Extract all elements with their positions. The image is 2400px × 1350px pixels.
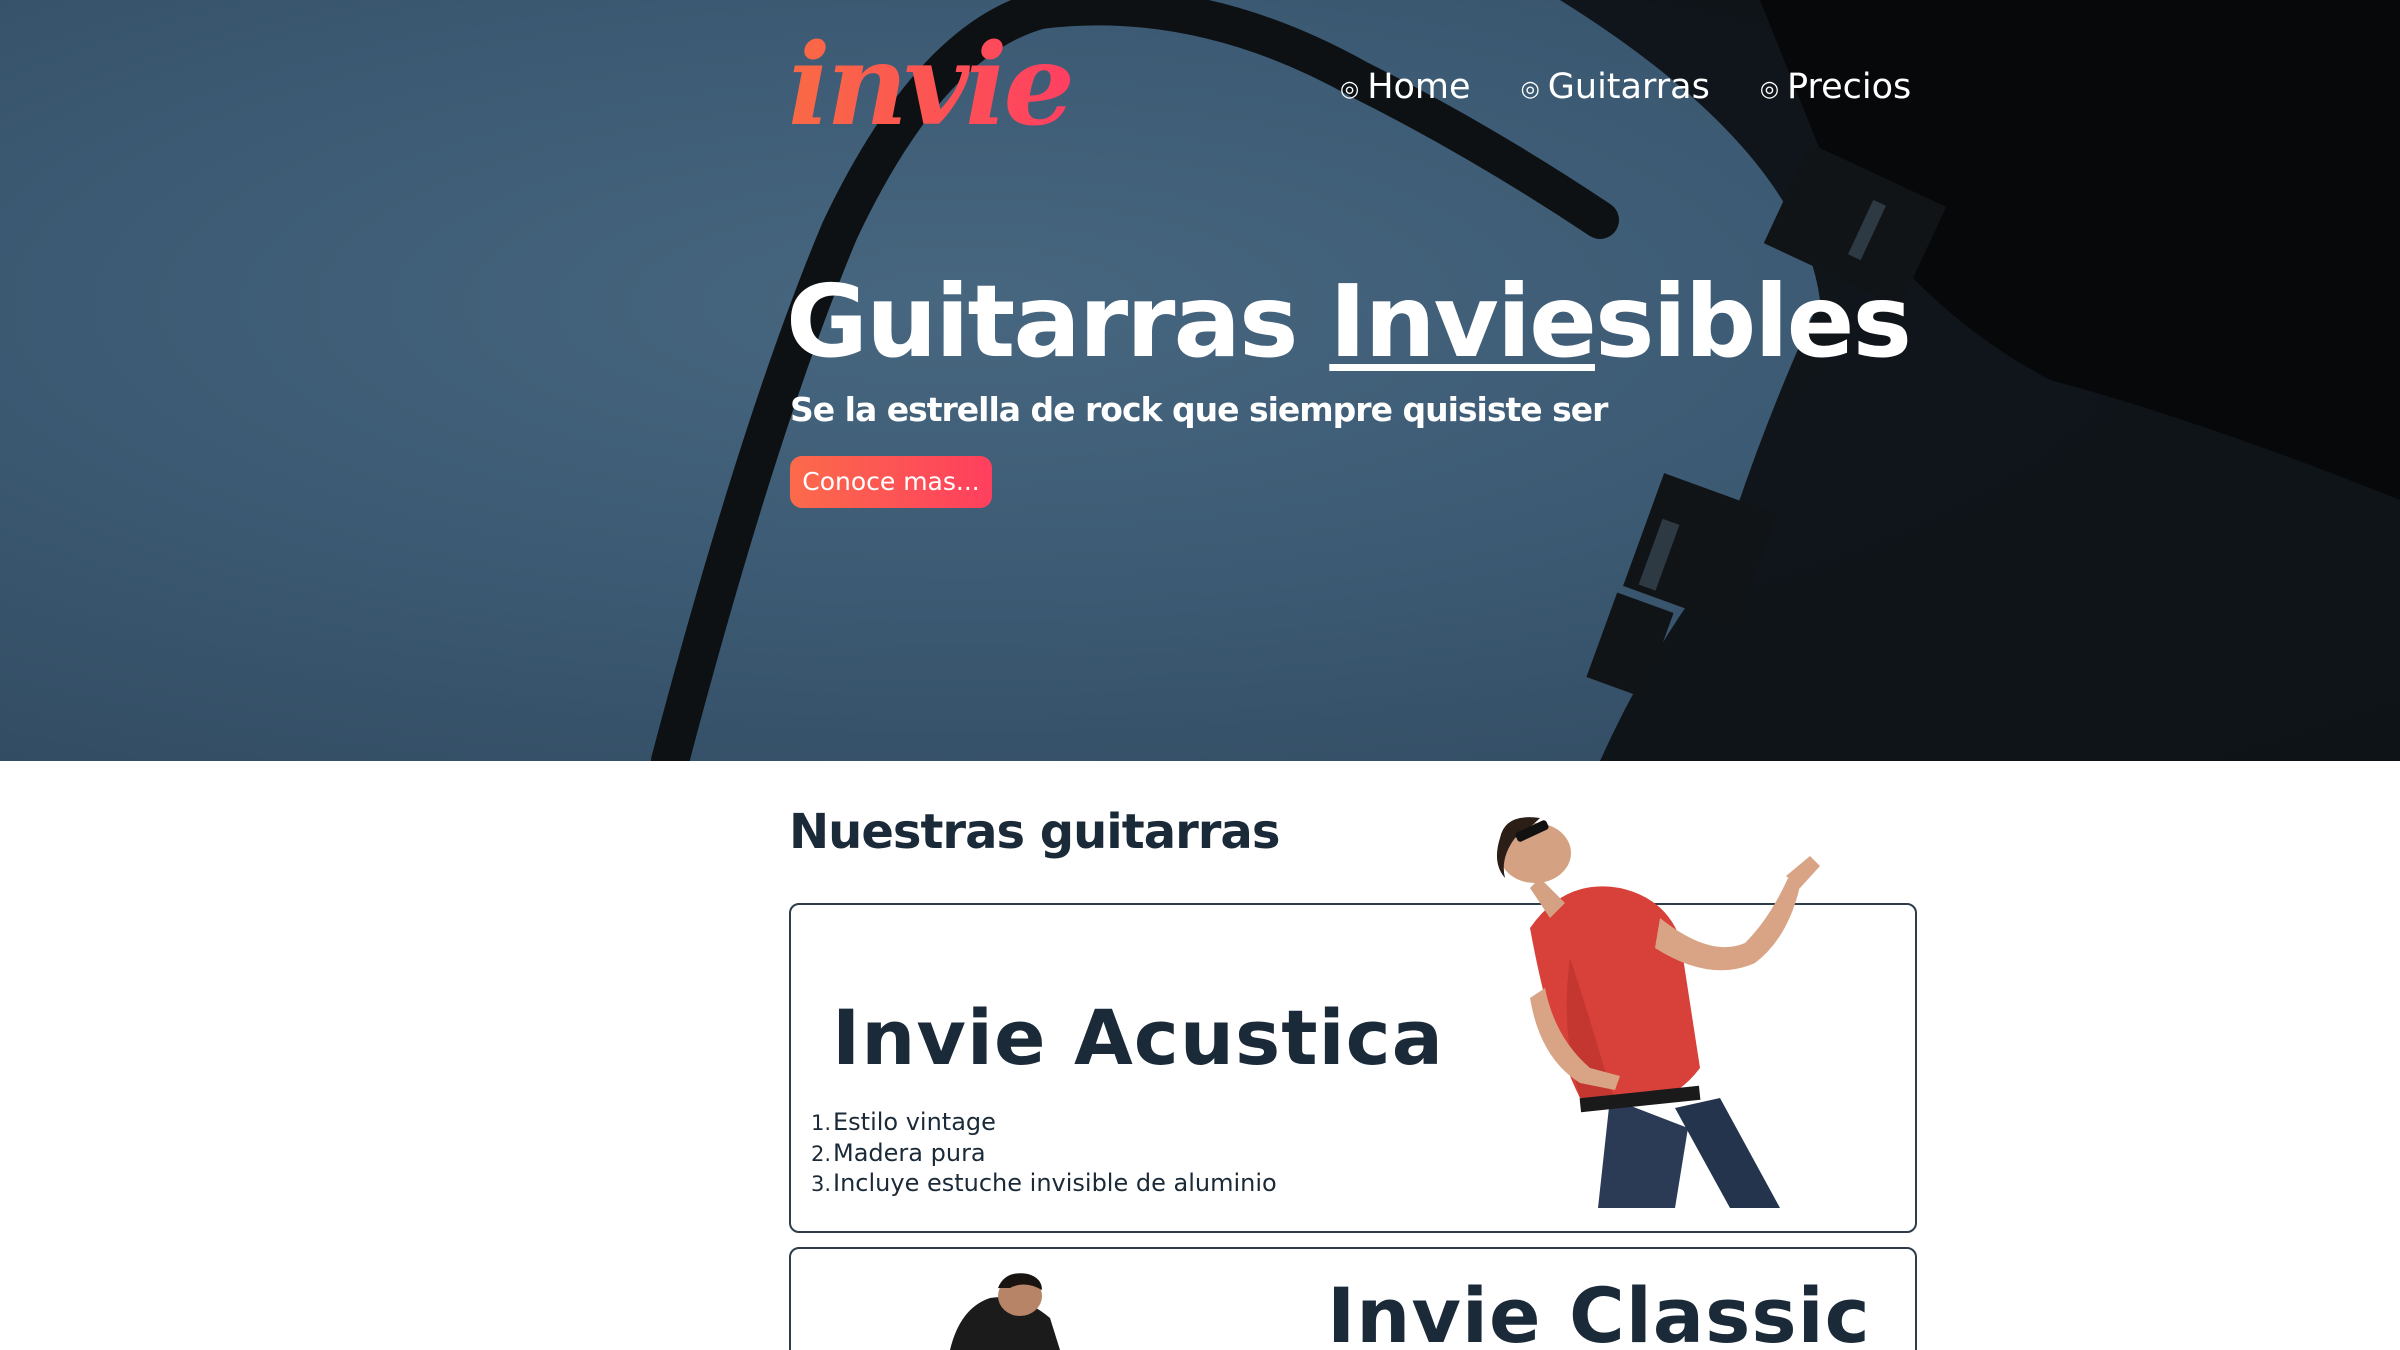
target-icon: ◎ xyxy=(1759,77,1780,102)
hero-subtitle: Se la estrella de rock que siempre quisi… xyxy=(790,390,1608,429)
guitarist-figure-image xyxy=(950,1273,1060,1350)
hero-title-part2: sibles xyxy=(1594,263,1912,380)
hero-banner: invie ◎ Home ◎ Guitarras ◎ Precios Guita… xyxy=(0,0,2400,761)
conoce-mas-button[interactable]: Conoce mas... xyxy=(790,456,992,508)
hero-title-underlined: Invie xyxy=(1329,263,1597,380)
target-icon: ◎ xyxy=(1520,77,1540,102)
list-item: 3.Incluye estuche invisible de aluminio xyxy=(811,1169,1277,1197)
nav-item-precios[interactable]: ◎ Precios xyxy=(1760,62,1911,112)
feature-list: 1.Estilo vintage 2.Madera pura 3.Incluye… xyxy=(811,1108,1277,1200)
nav-item-home[interactable]: ◎ Home xyxy=(1340,62,1471,112)
nav-item-label: Guitarras xyxy=(1547,67,1710,107)
product-title: Invie Classic xyxy=(1327,1271,1871,1350)
hero-title: Guitarras Inviesibles xyxy=(786,262,1912,382)
list-item: 2.Madera pura xyxy=(811,1138,986,1167)
section-title: Nuestras guitarras xyxy=(789,804,1280,860)
rocker-figure-image xyxy=(1496,817,1820,1208)
product-title: Invie Acustica xyxy=(832,993,1444,1082)
main-nav: ◎ Home ◎ Guitarras ◎ Precios xyxy=(1340,62,1911,112)
list-item: 1.Estilo vintage xyxy=(811,1108,996,1136)
nav-item-label: Precios xyxy=(1787,67,1912,107)
target-icon: ◎ xyxy=(1340,77,1360,102)
nav-item-guitarras[interactable]: ◎ Guitarras xyxy=(1521,62,1710,112)
nav-item-label: Home xyxy=(1367,67,1471,107)
invie-logo[interactable]: invie xyxy=(788,30,1075,142)
hero-title-part1: Guitarras xyxy=(786,263,1330,380)
